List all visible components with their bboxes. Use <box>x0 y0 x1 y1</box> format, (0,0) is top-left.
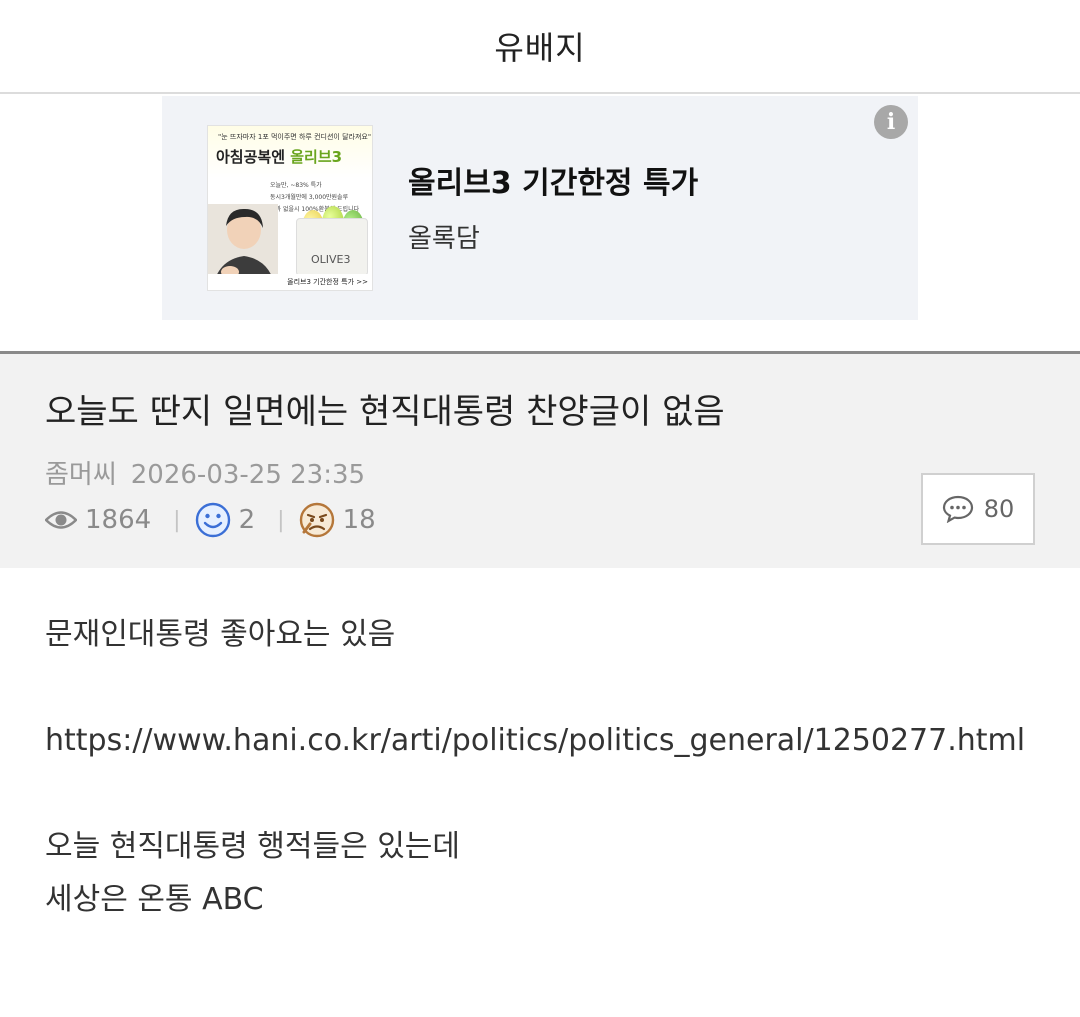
board-title[interactable]: 유배지 <box>494 23 585 69</box>
smile-icon[interactable] <box>195 502 231 538</box>
body-line: 오늘 현직대통령 행적들은 있는데 <box>45 829 461 864</box>
thumbnail-headline: 아침공복엔 올리브3 <box>216 148 343 166</box>
eye-icon <box>45 511 77 529</box>
post-meta: 좀머씨 2026-03-25 23:35 <box>45 454 365 491</box>
thumbnail-benefit-line: 오늘만, ~83% 특가 <box>270 182 322 189</box>
dislike-face-icon[interactable] <box>299 502 335 538</box>
view-count: 1864 <box>85 505 152 535</box>
post-header: 오늘도 딴지 일면에는 현직대통령 찬양글이 없음 좀머씨 2026-03-25 … <box>0 351 1080 568</box>
comment-count: 80 <box>983 495 1015 523</box>
thumbnail-tagline: "눈 뜨자마자 1포 먹이주면 하루 컨디션이 달라져요" <box>218 133 372 141</box>
post-title: 오늘도 딴지 일면에는 현직대통령 찬양글이 없음 <box>45 392 725 432</box>
ad-title[interactable]: 올리브3 기간한정 특가 <box>408 158 698 202</box>
ad-advertiser[interactable]: 올록담 <box>408 218 480 255</box>
product-pouch: OLIVE3 <box>296 218 368 276</box>
ad-banner[interactable]: i "눈 뜨자마자 1포 먹이주면 하루 컨디션이 달라져요" 아침공복엔 올리… <box>162 96 918 320</box>
product-label: OLIVE3 <box>311 253 351 266</box>
like-count: 2 <box>238 505 256 535</box>
comment-icon <box>942 495 973 523</box>
body-line: 문재인대통령 좋아요는 있음 <box>45 617 396 652</box>
stat-divider: | <box>277 507 285 533</box>
author-name[interactable]: 좀머씨 <box>45 460 117 490</box>
info-icon[interactable]: i <box>874 105 908 139</box>
ad-thumbnail[interactable]: "눈 뜨자마자 1포 먹이주면 하루 컨디션이 달라져요" 아침공복엔 올리브3… <box>207 125 373 291</box>
post-stats: 1864 | 2 | 18 <box>45 502 376 538</box>
stat-divider: | <box>173 507 181 533</box>
post-datetime: 2026-03-25 23:35 <box>130 460 366 490</box>
ad-section: i "눈 뜨자마자 1포 먹이주면 하루 컨디션이 달라져요" 아침공복엔 올리… <box>0 96 1080 351</box>
article-link[interactable]: https://www.hani.co.kr/arti/politics/pol… <box>45 714 1035 767</box>
top-header: 유배지 <box>0 0 1080 94</box>
comment-button[interactable]: 80 <box>921 473 1035 545</box>
post-body: 문재인대통령 좋아요는 있음 https://www.hani.co.kr/ar… <box>45 608 1035 926</box>
dislike-count: 18 <box>342 505 376 535</box>
thumbnail-benefit-line: 동시3개월만에 3,000만원솔루 <box>270 194 349 201</box>
thumbnail-footer: 올리브3 기간한정 특가 >> <box>208 274 372 290</box>
body-line: 세상은 온통 ABC <box>45 882 264 917</box>
